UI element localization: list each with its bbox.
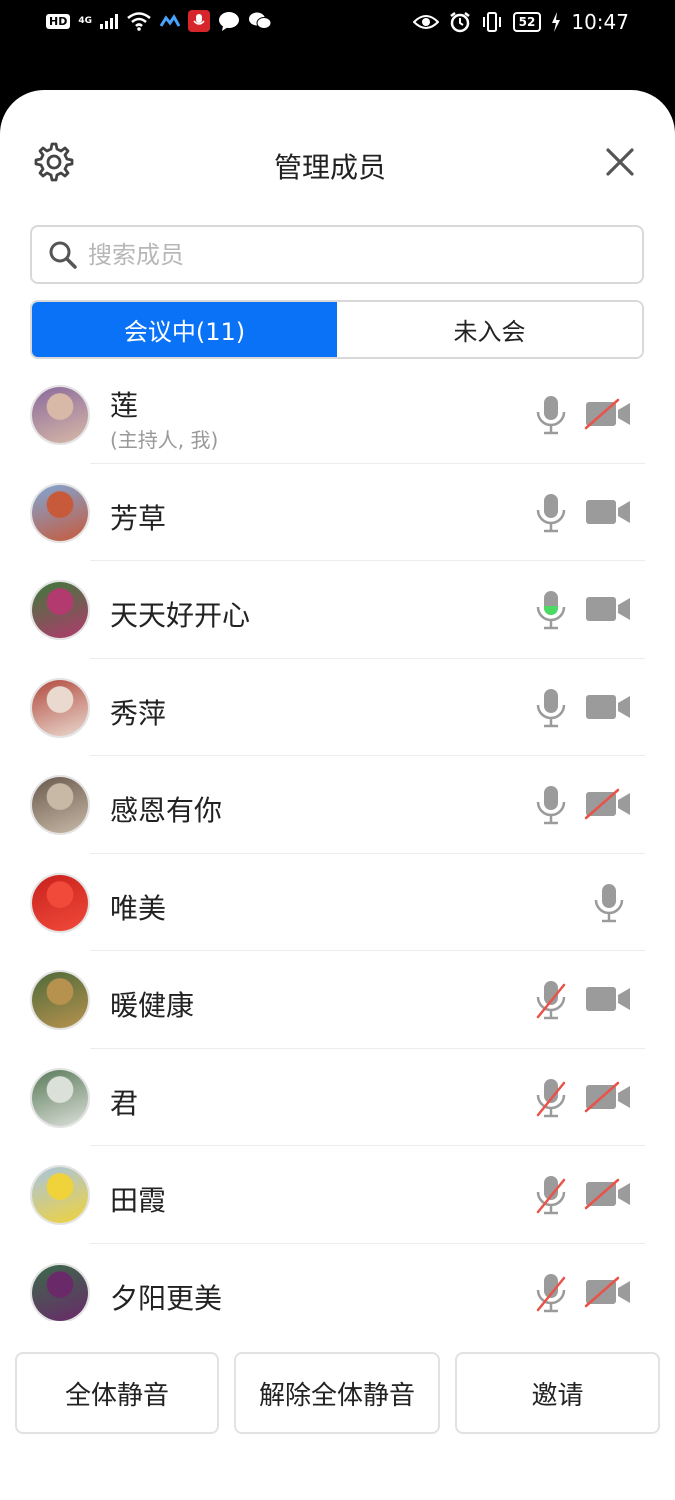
avatar: [30, 385, 90, 445]
eye-icon: [412, 15, 439, 29]
camera-icon[interactable]: [584, 496, 632, 528]
wechat-icon: [249, 12, 272, 29]
member-name: 感恩有你: [110, 794, 223, 827]
microphone-icon[interactable]: [534, 784, 568, 826]
clock: 10:47: [571, 10, 629, 34]
microphone-icon[interactable]: [534, 687, 568, 729]
tab-not-joined[interactable]: 未入会: [337, 302, 642, 357]
avatar: [30, 775, 90, 835]
avatar: [30, 1262, 90, 1321]
hd-badge: HD: [46, 13, 71, 29]
page-title: 管理成员: [273, 151, 386, 184]
camera-icon[interactable]: [584, 983, 632, 1015]
search-icon: [49, 241, 77, 269]
microphone-muted-icon[interactable]: [534, 1077, 568, 1119]
member-row[interactable]: 唯美: [0, 854, 675, 951]
member-name: 田霞: [110, 1184, 167, 1217]
camera-off-icon[interactable]: [584, 1081, 632, 1113]
charging-icon: [552, 12, 561, 32]
member-name: 夕阳更美: [110, 1281, 223, 1315]
wifi-icon: [127, 12, 151, 31]
member-name: 秀萍: [110, 696, 167, 730]
microphone-icon[interactable]: [534, 589, 568, 631]
app-notification-icon: [160, 14, 180, 27]
sheet-header: 管理成员: [0, 90, 675, 230]
footer-actions: 全体静音 解除全体静音 邀请: [0, 1352, 675, 1438]
member-name: 芳草: [110, 501, 167, 535]
member-list: 莲 (主持人, 我) 芳草天天好开心秀萍感恩有你唯美暖健康君田霞夕阳更美: [0, 366, 675, 1321]
member-role: (主持人, 我): [110, 428, 219, 452]
unmute-all-button[interactable]: 解除全体静音: [234, 1352, 440, 1434]
recording-mic-icon: [188, 10, 210, 32]
tab-in-meeting[interactable]: 会议中(11): [32, 302, 337, 357]
member-name: 莲: [110, 389, 139, 422]
close-icon[interactable]: [604, 146, 636, 178]
status-right: 52 10:47: [412, 10, 629, 34]
invite-button[interactable]: 邀请: [455, 1352, 660, 1434]
microphone-icon[interactable]: [534, 492, 568, 534]
search-box[interactable]: [30, 225, 644, 284]
microphone-muted-icon[interactable]: [534, 1272, 568, 1314]
camera-icon[interactable]: [584, 691, 632, 723]
microphone-muted-icon[interactable]: [534, 1174, 568, 1216]
member-row[interactable]: 夕阳更美: [0, 1244, 675, 1321]
member-row[interactable]: 感恩有你: [0, 756, 675, 854]
member-row[interactable]: 莲 (主持人, 我): [0, 366, 675, 464]
member-tabs: 会议中(11) 未入会: [30, 300, 644, 359]
status-left: HD 4G: [46, 10, 272, 32]
network-type: 4G: [78, 15, 92, 26]
signal-icon: [100, 13, 118, 29]
member-name: 唯美: [110, 891, 167, 925]
search-input[interactable]: [88, 240, 588, 269]
mute-all-button[interactable]: 全体静音: [15, 1352, 219, 1434]
vibrate-icon: [482, 12, 501, 32]
avatar: [30, 1165, 90, 1225]
member-row[interactable]: 天天好开心: [0, 561, 675, 659]
member-name: 君: [110, 1086, 139, 1120]
avatar: [30, 482, 90, 543]
camera-icon[interactable]: [584, 593, 632, 625]
member-row[interactable]: 芳草: [0, 464, 675, 561]
manage-members-sheet: 管理成员 会议中(11) 未入会 莲 (主持人, 我) 芳草天天好开心秀萍感恩有你唯…: [0, 90, 675, 1500]
battery-indicator: 52: [512, 12, 542, 32]
camera-off-icon[interactable]: [584, 788, 632, 820]
microphone-muted-icon[interactable]: [534, 979, 568, 1021]
avatar: [30, 580, 90, 640]
message-icon: [219, 12, 239, 31]
member-row[interactable]: 秀萍: [0, 659, 675, 756]
member-row[interactable]: 田霞: [0, 1146, 675, 1244]
avatar: [30, 970, 90, 1030]
camera-off-icon[interactable]: [584, 398, 632, 430]
avatar: [30, 1067, 90, 1128]
alarm-icon: [449, 12, 470, 33]
microphone-icon[interactable]: [534, 394, 568, 436]
camera-off-icon[interactable]: [584, 1178, 632, 1210]
member-name: 天天好开心: [110, 599, 251, 632]
microphone-icon[interactable]: [592, 882, 626, 924]
avatar: [30, 677, 90, 738]
member-name: 暖健康: [110, 989, 195, 1022]
status-bar: HD 4G 52 10:47: [0, 0, 675, 48]
member-row[interactable]: 君: [0, 1049, 675, 1146]
avatar: [30, 872, 90, 933]
camera-off-icon[interactable]: [584, 1276, 632, 1308]
member-row[interactable]: 暖健康: [0, 951, 675, 1049]
